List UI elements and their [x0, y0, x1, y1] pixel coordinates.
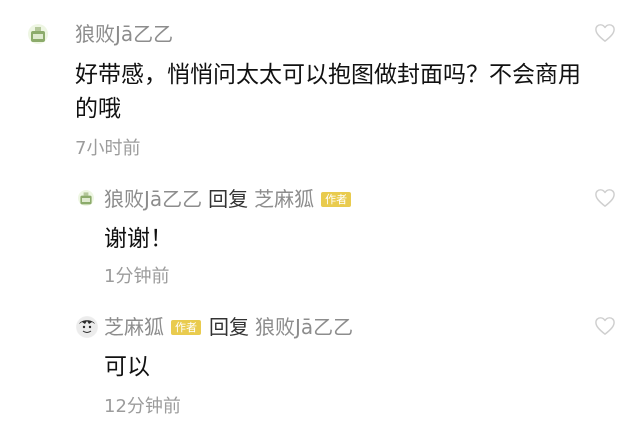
sketch-face-avatar-icon[interactable]: [76, 316, 98, 338]
author-name[interactable]: 狼败Jā乙乙: [75, 22, 173, 46]
reply-header: 芝麻狐 作者 回复 狼败Jā乙乙: [104, 315, 353, 339]
author-name[interactable]: 芝麻狐: [104, 315, 164, 339]
heart-outline-icon[interactable]: [594, 188, 616, 208]
reply-to-name[interactable]: 芝麻狐: [254, 187, 314, 211]
comment-text: 好带感，悄悄问太太可以抱图做封面吗？不会商用的哦: [75, 62, 581, 122]
reply-word: 回复: [209, 315, 249, 339]
reply-word: 回复: [208, 187, 249, 211]
reply-to-name[interactable]: 狼败Jā乙乙: [255, 315, 353, 339]
heart-outline-icon[interactable]: [594, 23, 616, 43]
timestamp: 12分钟前: [104, 396, 181, 417]
author-name[interactable]: 狼败Jā乙乙: [104, 187, 202, 211]
comment-header: 狼败Jā乙乙: [75, 22, 173, 46]
timestamp: 7小时前: [75, 138, 141, 159]
comment-text: 可以: [104, 354, 150, 380]
reply-header: 狼败Jā乙乙 回复 芝麻狐 作者: [104, 187, 353, 211]
author-badge: 作者: [171, 319, 201, 335]
author-badge: 作者: [321, 191, 352, 207]
bottle-avatar-icon[interactable]: [78, 190, 94, 206]
comment-text: 谢谢！: [104, 226, 173, 252]
reply-item[interactable]: 芝麻狐 作者 回复 狼败Jā乙乙 可以 12分钟前: [0, 300, 640, 440]
heart-outline-icon[interactable]: [594, 316, 616, 336]
reply-item[interactable]: 狼败Jā乙乙 回复 芝麻狐 作者 谢谢！ 1分钟前: [0, 170, 640, 300]
comment-item[interactable]: 狼败Jā乙乙 好带感，悄悄问太太可以抱图做封面吗？不会商用的哦 7小时前: [0, 0, 640, 170]
bottle-avatar-icon[interactable]: [28, 24, 48, 44]
timestamp: 1分钟前: [104, 266, 170, 287]
